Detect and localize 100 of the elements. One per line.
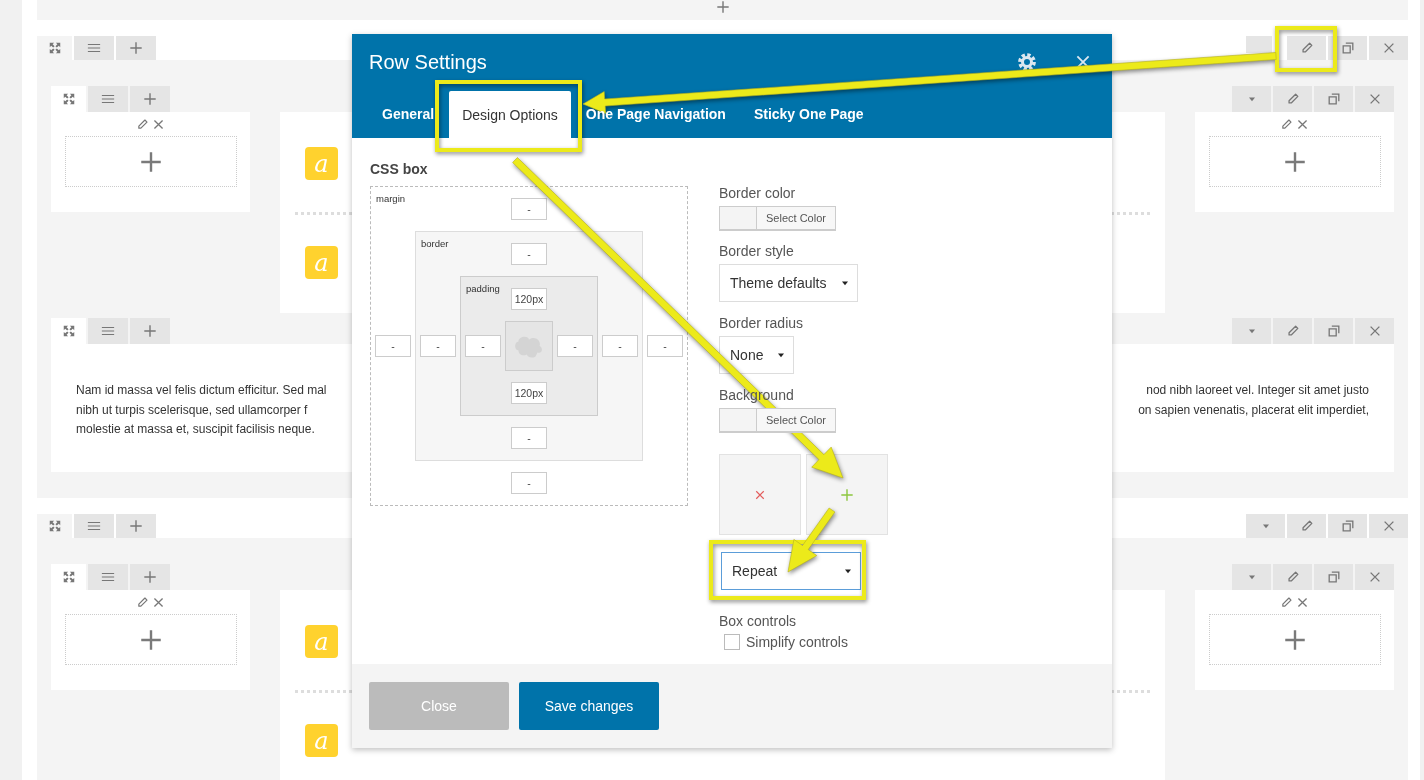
tab[interactable]: General <box>369 102 448 126</box>
input-field[interactable]: - <box>465 335 501 357</box>
move-icon <box>47 519 62 533</box>
copy-icon <box>1340 519 1355 533</box>
element-badge: a <box>305 724 338 757</box>
select-field[interactable]: Theme defaults <box>719 264 858 302</box>
checkbox-label[interactable]: Simplify controls <box>746 634 848 650</box>
pencil-icon <box>1299 41 1314 55</box>
toggle-button[interactable] <box>1246 514 1285 538</box>
copy-icon <box>1326 324 1341 338</box>
input-field[interactable]: 120px <box>511 288 547 310</box>
pencil-icon <box>1299 519 1314 533</box>
move-handle[interactable] <box>51 318 86 344</box>
lines-icon <box>87 41 101 55</box>
clone-button[interactable] <box>1314 318 1353 344</box>
edit-button[interactable] <box>1287 514 1326 538</box>
add-button[interactable] <box>116 514 156 538</box>
input-field[interactable]: 120px <box>511 382 547 404</box>
close-icon[interactable] <box>152 118 165 131</box>
move-handle[interactable] <box>51 86 86 112</box>
plus-icon <box>129 41 143 55</box>
tab[interactable]: Sticky One Page <box>740 102 877 126</box>
pencil-icon[interactable] <box>136 118 149 131</box>
add-button[interactable] <box>130 86 170 112</box>
pencil-icon[interactable] <box>1280 118 1293 131</box>
delete-button[interactable] <box>1355 318 1394 344</box>
pencil-icon <box>1285 324 1300 338</box>
input-field[interactable]: - <box>602 335 638 357</box>
tab[interactable]: One Page Navigation <box>572 102 739 126</box>
add-element-button[interactable] <box>1208 614 1381 665</box>
clone-button[interactable] <box>1328 514 1367 538</box>
add-button[interactable] <box>116 36 156 60</box>
edit-button[interactable] <box>1273 564 1312 590</box>
input-field[interactable]: - <box>647 335 683 357</box>
add-element-button[interactable] <box>1208 136 1381 187</box>
edit-button[interactable] <box>1287 36 1326 60</box>
close-icon[interactable] <box>1296 118 1309 131</box>
layout-button[interactable] <box>88 318 128 344</box>
clone-button[interactable] <box>1314 564 1353 590</box>
toggle-button[interactable] <box>1232 86 1271 112</box>
input-field[interactable]: - <box>511 243 547 265</box>
paragraph-text: nod nibh laoreet vel. Integer sit amet justo <box>1146 382 1369 399</box>
input-field[interactable]: - <box>375 335 411 357</box>
delete-button[interactable] <box>1369 36 1408 60</box>
tab[interactable]: Design Options <box>449 91 571 138</box>
lines-icon <box>87 519 101 533</box>
close-icon[interactable] <box>152 596 165 609</box>
copy-icon <box>1326 570 1341 584</box>
color-picker[interactable]: Select Color <box>719 408 836 432</box>
plus-icon <box>143 324 157 338</box>
toggle-button[interactable] <box>1232 318 1271 344</box>
close-icon <box>754 488 766 501</box>
plus-icon <box>129 519 143 533</box>
clone-button[interactable] <box>1314 86 1353 112</box>
layout-button[interactable] <box>88 86 128 112</box>
element-badge: a <box>305 625 338 658</box>
input-field[interactable]: - <box>420 335 456 357</box>
select-field[interactable]: Repeat <box>721 552 861 590</box>
plus-icon <box>138 627 163 652</box>
edit-button[interactable] <box>1273 318 1312 344</box>
delete-button[interactable] <box>1355 564 1394 590</box>
field-label: Border style <box>719 242 794 260</box>
layout-button[interactable] <box>74 514 114 538</box>
edit-button[interactable] <box>1273 86 1312 112</box>
checkbox[interactable] <box>724 634 740 650</box>
dialog-title: Row Settings <box>369 50 487 74</box>
input-field[interactable]: - <box>511 427 547 449</box>
layout-button[interactable] <box>74 36 114 60</box>
input-field[interactable]: - <box>557 335 593 357</box>
delete-button[interactable] <box>1369 514 1408 538</box>
clone-button[interactable] <box>1328 36 1367 60</box>
add-element-button[interactable] <box>64 136 237 187</box>
pencil-icon <box>1285 92 1300 106</box>
move-handle[interactable] <box>37 36 72 60</box>
select-field[interactable]: None <box>719 336 795 374</box>
add-button[interactable] <box>130 318 170 344</box>
save-button[interactable]: Save changes <box>519 682 659 730</box>
add-element-button[interactable] <box>64 614 237 665</box>
lines-icon <box>101 570 115 584</box>
gear-icon[interactable] <box>1017 52 1037 72</box>
close-icon[interactable] <box>1296 596 1309 609</box>
color-picker[interactable]: Select Color <box>719 206 836 230</box>
plus-icon <box>143 570 157 584</box>
field-label: Border color <box>719 184 796 202</box>
plus-icon <box>138 149 163 174</box>
input-field[interactable]: - <box>511 198 547 220</box>
delete-button[interactable] <box>1355 86 1394 112</box>
layout-button[interactable] <box>88 564 128 590</box>
pencil-icon[interactable] <box>136 596 149 609</box>
pencil-icon[interactable] <box>1280 596 1293 609</box>
move-icon <box>61 92 76 106</box>
field-label: Border radius <box>719 314 804 332</box>
add-button[interactable] <box>130 564 170 590</box>
input-field[interactable]: - <box>511 472 547 494</box>
plus-icon[interactable] <box>715 0 730 14</box>
toggle-button[interactable] <box>1232 564 1271 590</box>
move-icon <box>61 324 76 338</box>
move-handle[interactable] <box>51 564 86 590</box>
move-handle[interactable] <box>37 514 72 538</box>
plus-icon <box>143 92 157 106</box>
